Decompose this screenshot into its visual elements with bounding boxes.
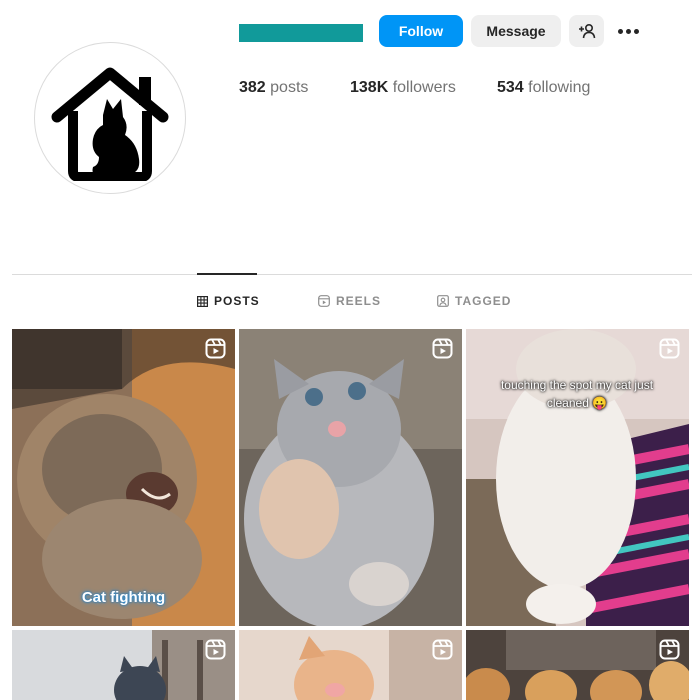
add-user-icon <box>578 23 595 39</box>
following-label: following <box>528 79 591 96</box>
tab-posts-label: POSTS <box>214 294 260 308</box>
following-count: 534 <box>497 79 524 96</box>
grid-icon <box>197 295 208 307</box>
post-tile-grey-kitten[interactable] <box>239 329 462 626</box>
post-thumbnail <box>466 630 689 700</box>
tab-posts[interactable]: POSTS <box>197 294 260 308</box>
posts-label: posts <box>270 79 309 96</box>
followers-label: followers <box>392 79 456 96</box>
reel-icon <box>432 639 453 660</box>
post-thumbnail <box>466 329 689 626</box>
reel-icon <box>659 639 680 660</box>
post-tile-white-cat[interactable]: touching the spot my cat just cleaned 😛 <box>466 329 689 626</box>
followers-count: 138K <box>350 79 389 96</box>
cat-house-logo-icon <box>51 67 169 181</box>
tab-tagged-label: TAGGED <box>455 294 512 308</box>
post-tile-puppies[interactable] <box>466 630 689 700</box>
post-thumbnail <box>12 630 235 700</box>
tabs-divider <box>12 274 692 275</box>
posts-count-stat: 382 posts <box>239 79 308 97</box>
post-thumbnail <box>239 630 462 700</box>
post-tile-cat-fighting[interactable]: Cat fighting <box>12 329 235 626</box>
post-tile-orange-kitten[interactable] <box>239 630 462 700</box>
tab-tagged[interactable]: TAGGED <box>437 294 511 308</box>
post-tile-cat-window[interactable] <box>12 630 235 700</box>
suggest-users-button[interactable] <box>569 15 604 47</box>
reel-icon <box>205 639 226 660</box>
reel-icon <box>432 338 453 359</box>
post-thumbnail <box>12 329 235 626</box>
tagged-icon <box>437 295 449 307</box>
followers-stat[interactable]: 138K followers <box>350 79 456 97</box>
following-stat[interactable]: 534 following <box>497 79 590 97</box>
username-redacted <box>239 24 363 42</box>
tab-reels[interactable]: REELS <box>318 294 381 308</box>
post-thumbnail <box>239 329 462 626</box>
tab-reels-label: REELS <box>336 294 382 308</box>
post-caption: Cat fighting <box>81 589 166 606</box>
post-caption: touching the spot my cat just cleaned 😛 <box>500 378 654 410</box>
reel-icon <box>659 338 680 359</box>
message-button[interactable]: Message <box>471 15 561 47</box>
profile-avatar[interactable] <box>34 42 186 194</box>
posts-count: 382 <box>239 79 266 96</box>
active-tab-indicator <box>197 273 257 275</box>
reel-icon <box>205 338 226 359</box>
more-options-icon[interactable] <box>614 18 642 44</box>
follow-button[interactable]: Follow <box>379 15 463 47</box>
reels-icon <box>318 295 330 307</box>
